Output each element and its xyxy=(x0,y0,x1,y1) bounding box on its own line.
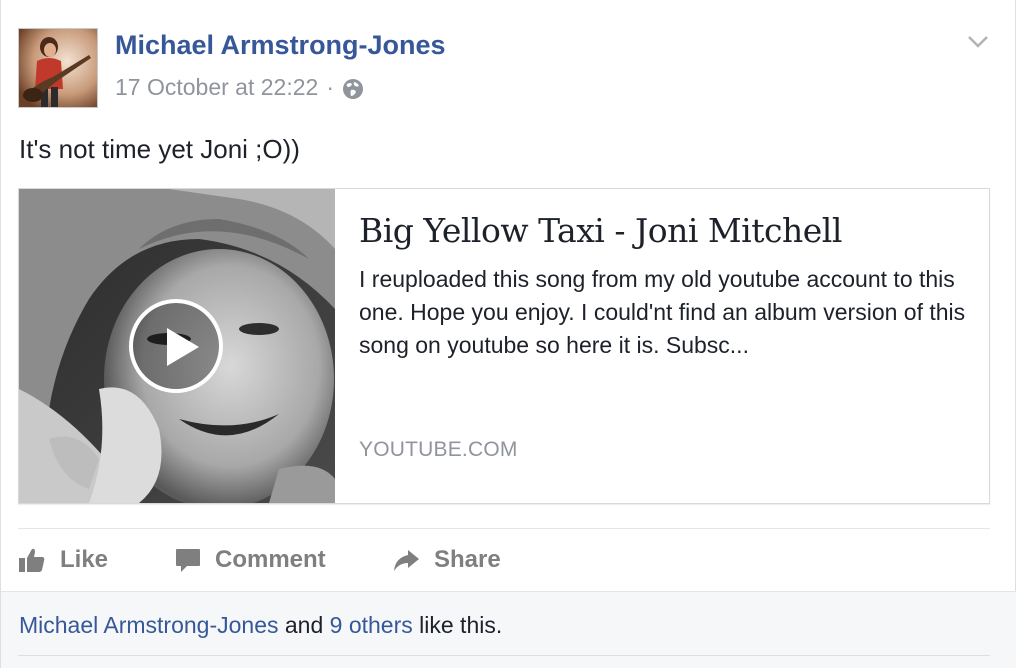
comment-label: Comment xyxy=(215,546,326,573)
globe-icon[interactable] xyxy=(342,78,364,100)
play-icon[interactable] xyxy=(129,299,223,393)
share-label: Share xyxy=(434,546,501,573)
link-domain: YOUTUBE.COM xyxy=(359,438,518,461)
others-likes-link[interactable]: 9 others xyxy=(330,612,413,638)
comment-icon xyxy=(176,549,200,572)
link-preview-card[interactable]: Big Yellow Taxi - Joni Mitchell I reuplo… xyxy=(18,188,990,504)
post-card: Michael Armstrong-Jones 17 October at 22… xyxy=(0,0,1016,668)
avatar-photo xyxy=(19,29,97,107)
chevron-down-icon[interactable] xyxy=(967,34,989,50)
likes-suffix: like this. xyxy=(412,612,503,638)
video-thumbnail[interactable] xyxy=(19,189,335,503)
like-button[interactable]: Like xyxy=(18,544,108,576)
meta-separator: · xyxy=(326,74,334,100)
author-name-link[interactable]: Michael Armstrong-Jones xyxy=(115,30,446,61)
actions-divider xyxy=(18,528,990,529)
comment-button[interactable]: Comment xyxy=(175,544,326,576)
post-text: It's not time yet Joni ;O)) xyxy=(19,134,300,164)
post-timestamp[interactable]: 17 October at 22:22 xyxy=(115,74,318,101)
likes-and: and xyxy=(278,612,330,638)
link-title[interactable]: Big Yellow Taxi - Joni Mitchell xyxy=(359,211,842,250)
share-arrow-icon xyxy=(394,550,419,571)
footer-divider xyxy=(18,655,990,656)
share-button[interactable]: Share xyxy=(392,544,501,576)
liker-name-link[interactable]: Michael Armstrong-Jones xyxy=(19,612,279,638)
like-label: Like xyxy=(60,546,109,573)
link-description: I reuploaded this song from my old youtu… xyxy=(359,266,966,358)
likes-summary: Michael Armstrong-Jones and 9 others lik… xyxy=(19,612,502,639)
avatar[interactable] xyxy=(18,28,98,108)
post-meta: 17 October at 22:22 · xyxy=(115,74,364,101)
thumbs-up-icon xyxy=(19,548,45,572)
